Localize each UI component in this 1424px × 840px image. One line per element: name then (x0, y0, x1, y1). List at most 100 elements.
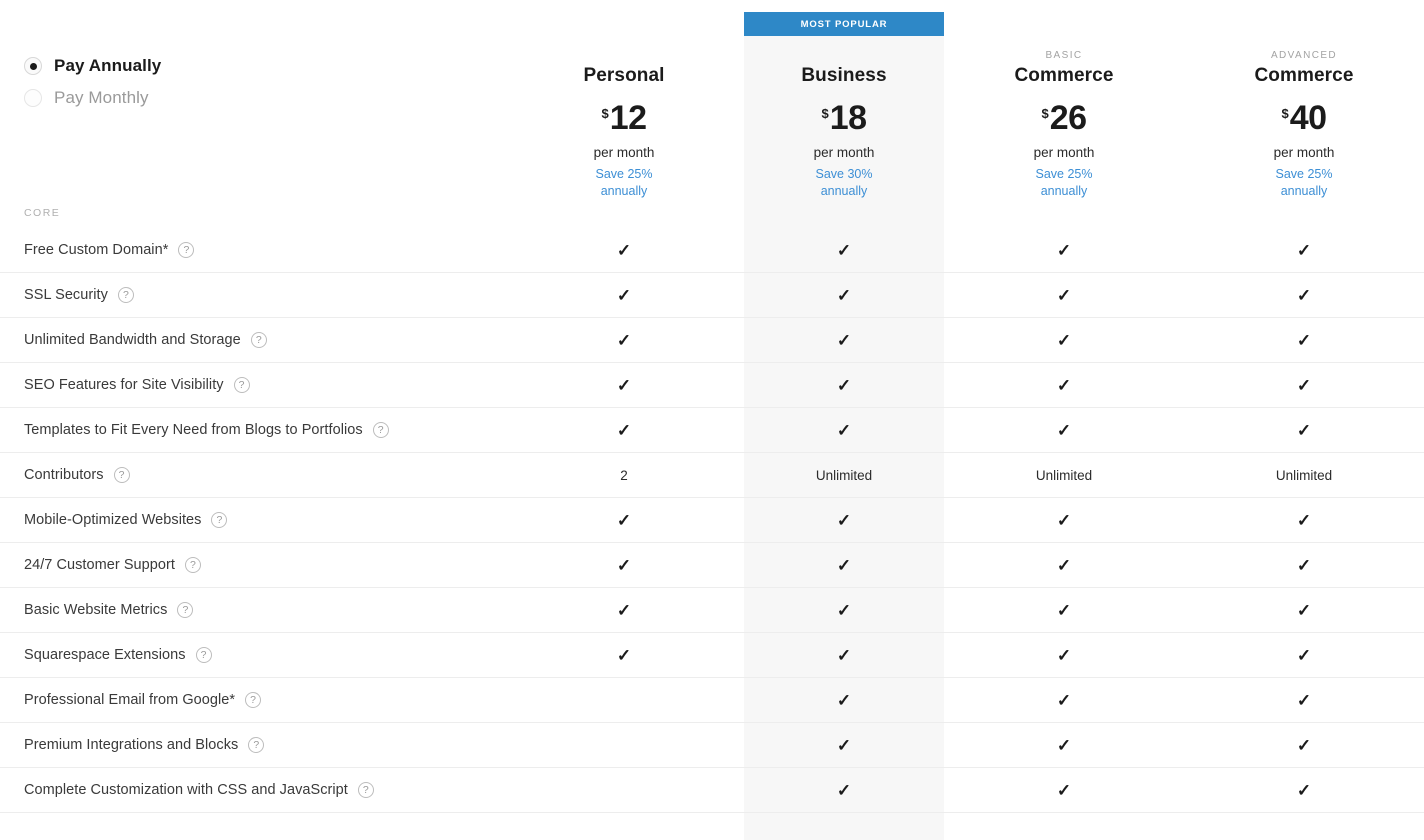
check-icon: ✓ (1296, 330, 1312, 350)
help-icon[interactable]: ? (195, 647, 212, 663)
help-icon[interactable]: ? (113, 467, 130, 483)
help-icon[interactable]: ? (248, 737, 265, 753)
feature-label: Squarespace Extensions (24, 647, 186, 663)
billing-option-monthly[interactable]: Pay Monthly (24, 82, 161, 114)
feature-label: Premium Integrations and Blocks (24, 737, 239, 753)
help-icon[interactable]: ? (177, 602, 194, 618)
billing-period-toggle[interactable]: Pay Annually Pay Monthly (24, 50, 161, 114)
feature-name: Free Custom Domain*? (0, 242, 504, 258)
feature-value-commerce-basic: ✓ (944, 602, 1184, 619)
feature-value-personal: 2 (620, 467, 628, 483)
feature-label: 24/7 Customer Support (24, 557, 175, 573)
save-frequency: annually (820, 183, 868, 198)
feature-label: Mobile-Optimized Websites (24, 512, 202, 528)
plan-column-commerce-basic: BASIC Commerce $ 26 per month Save 25% a… (944, 0, 1184, 206)
feature-label: SSL Security (24, 287, 108, 303)
feature-table: Free Custom Domain*? ✓ ✓ ✓ ✓ SSL Security? ✓ ✓ ✓… (0, 228, 1424, 813)
feature-value-personal: ✓ (504, 377, 744, 394)
check-icon: ✓ (1056, 240, 1072, 260)
feature-name: Complete Customization with CSS and Java… (0, 782, 504, 798)
plan-eyebrow-commerce-advanced: ADVANCED (1270, 50, 1338, 61)
check-icon: ✓ (1056, 600, 1072, 620)
plan-period-commerce-basic: per month (1033, 145, 1095, 160)
feature-value-commerce-basic: ✓ (944, 782, 1184, 799)
check-icon: ✓ (1056, 420, 1072, 440)
feature-value-commerce-advanced: ✓ (1184, 647, 1424, 664)
table-row: Free Custom Domain*? ✓ ✓ ✓ ✓ (0, 228, 1424, 273)
check-icon: ✓ (616, 330, 632, 350)
help-icon[interactable]: ? (178, 242, 195, 258)
feature-name: SEO Features for Site Visibility? (0, 377, 504, 393)
feature-label: Templates to Fit Every Need from Blogs t… (24, 422, 363, 438)
check-icon: ✓ (1056, 735, 1072, 755)
check-icon: ✓ (1296, 240, 1312, 260)
check-icon: ✓ (1056, 555, 1072, 575)
check-icon: ✓ (1296, 600, 1312, 620)
radio-selected-icon[interactable] (24, 57, 42, 75)
plan-save-note-commerce-basic[interactable]: Save 25% annually (944, 166, 1184, 199)
plan-name-personal: Personal (583, 65, 665, 86)
plan-amount-personal: 12 (609, 99, 647, 137)
feature-value-commerce-basic: ✓ (944, 287, 1184, 304)
feature-label: Complete Customization with CSS and Java… (24, 782, 348, 798)
plan-period-business: per month (813, 145, 875, 160)
feature-value-business: ✓ (744, 602, 944, 619)
plan-amount-business: 18 (829, 99, 867, 137)
feature-value-business: ✓ (744, 692, 944, 709)
feature-name: Contributors? (0, 467, 504, 483)
check-icon: ✓ (1056, 375, 1072, 395)
table-row: Unlimited Bandwidth and Storage? ✓ ✓ ✓ ✓ (0, 318, 1424, 363)
check-icon: ✓ (836, 555, 852, 575)
help-icon[interactable]: ? (372, 422, 389, 438)
feature-value-personal: ✓ (504, 242, 744, 259)
feature-name: 24/7 Customer Support? (0, 557, 504, 573)
feature-value-commerce-advanced: ✓ (1184, 377, 1424, 394)
check-icon: ✓ (836, 780, 852, 800)
feature-name: Mobile-Optimized Websites? (0, 512, 504, 528)
check-icon: ✓ (1296, 375, 1312, 395)
plan-period-commerce-advanced: per month (1273, 145, 1335, 160)
save-frequency: annually (1040, 183, 1088, 198)
table-row: Contributors? 2 Unlimited Unlimited Unlimite… (0, 453, 1424, 498)
table-row: Squarespace Extensions? ✓ ✓ ✓ ✓ (0, 633, 1424, 678)
help-icon[interactable]: ? (250, 332, 267, 348)
check-icon: ✓ (1296, 780, 1312, 800)
billing-option-annually[interactable]: Pay Annually (24, 50, 161, 82)
plan-amount-commerce-basic: 26 (1049, 99, 1087, 137)
check-icon: ✓ (836, 600, 852, 620)
help-icon[interactable]: ? (211, 512, 228, 528)
feature-value-business: ✓ (744, 332, 944, 349)
currency-symbol: $ (601, 106, 609, 121)
plan-save-note-personal[interactable]: Save 25% annually (504, 166, 744, 199)
feature-label: Contributors (24, 467, 104, 483)
check-icon: ✓ (616, 285, 632, 305)
check-icon: ✓ (836, 735, 852, 755)
check-icon: ✓ (616, 240, 632, 260)
help-icon[interactable]: ? (357, 782, 374, 798)
plan-column-personal: Personal $ 12 per month Save 25% annuall… (504, 0, 744, 206)
table-row: Templates to Fit Every Need from Blogs t… (0, 408, 1424, 453)
feature-name: Squarespace Extensions? (0, 647, 504, 663)
plan-save-note-commerce-advanced[interactable]: Save 25% annually (1184, 166, 1424, 199)
plan-price-business: $ 18 (744, 101, 944, 135)
help-icon[interactable]: ? (233, 377, 250, 393)
feature-label: Free Custom Domain* (24, 242, 169, 258)
check-icon: ✓ (836, 240, 852, 260)
help-icon[interactable]: ? (117, 287, 134, 303)
plan-price-personal: $ 12 (504, 101, 744, 135)
feature-value-personal: ✓ (504, 602, 744, 619)
check-icon: ✓ (616, 555, 632, 575)
table-row: Premium Integrations and Blocks? ✓ ✓ ✓ (0, 723, 1424, 768)
help-icon[interactable]: ? (245, 692, 262, 708)
feature-value-commerce-advanced: ✓ (1184, 242, 1424, 259)
feature-value-business: ✓ (744, 377, 944, 394)
feature-name: Basic Website Metrics? (0, 602, 504, 618)
radio-unselected-icon[interactable] (24, 89, 42, 107)
check-icon: ✓ (836, 420, 852, 440)
plan-save-note-business[interactable]: Save 30% annually (744, 166, 944, 199)
check-icon: ✓ (616, 420, 632, 440)
help-icon[interactable]: ? (184, 557, 201, 573)
feature-label: Basic Website Metrics (24, 602, 168, 618)
save-percent: Save 25% (1275, 167, 1333, 181)
check-icon: ✓ (836, 690, 852, 710)
